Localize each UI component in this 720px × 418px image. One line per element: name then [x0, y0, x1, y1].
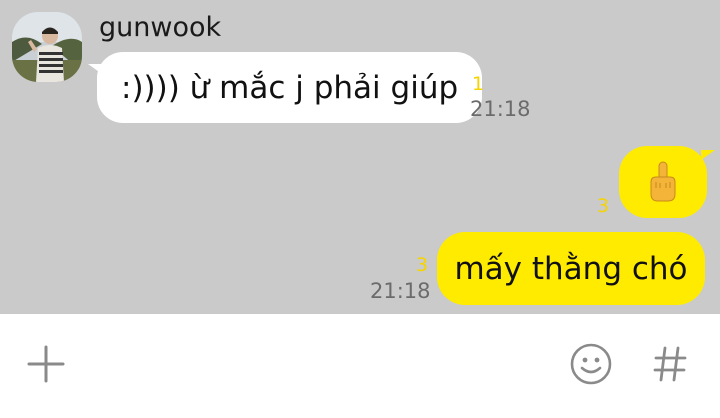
outgoing-emoji-bubble[interactable] [619, 146, 715, 218]
chat-screen: gunwook :)))) ừ mắc j phải giúp 1 21:18 … [0, 0, 720, 418]
unread-count: 1 [472, 73, 485, 95]
message-time: 21:18 [370, 279, 431, 303]
outgoing-message-text: mấy thằng chó [454, 250, 688, 287]
contact-avatar[interactable] [12, 12, 82, 82]
emoticon-button[interactable] [567, 340, 615, 388]
unread-count: 3 [416, 254, 429, 276]
outgoing-message-bubble[interactable]: mấy thằng chó [437, 232, 705, 305]
middle-finger-emoji-icon [650, 161, 676, 202]
message-time: 21:18 [470, 97, 531, 121]
message-list[interactable]: gunwook :)))) ừ mắc j phải giúp 1 21:18 … [0, 0, 720, 314]
smiley-icon [570, 343, 612, 385]
contact-name: gunwook [99, 12, 222, 43]
incoming-message-text: :)))) ừ mắc j phải giúp [121, 69, 459, 106]
hash-search-button[interactable] [646, 340, 694, 388]
attach-button[interactable] [22, 340, 70, 388]
avatar-photo-icon [12, 12, 82, 82]
plus-icon [27, 345, 65, 383]
message-input-bar [0, 314, 720, 418]
bubble-tail [701, 150, 715, 160]
bubble-tail [88, 64, 102, 74]
incoming-message-bubble[interactable]: :)))) ừ mắc j phải giúp [88, 52, 483, 123]
message-input[interactable] [90, 338, 554, 392]
hash-icon [653, 346, 687, 382]
unread-count: 3 [597, 195, 610, 217]
